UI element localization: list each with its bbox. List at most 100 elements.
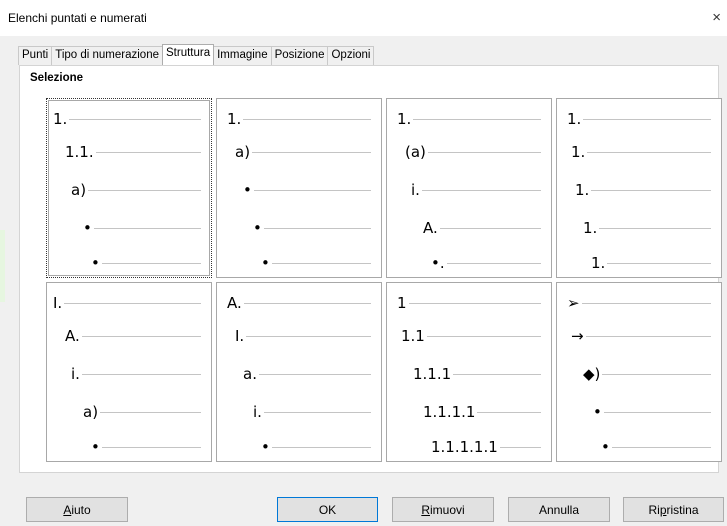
preset-8[interactable]: ➢ → ◆) • • (556, 282, 722, 462)
reset-button[interactable]: Ri p ristina (623, 497, 724, 522)
cancel-button[interactable]: Annulla (508, 497, 610, 522)
numbering-symbol: 1. (227, 110, 242, 128)
tab-opzioni[interactable]: Opzioni (327, 46, 375, 65)
remove-mnemonic: R (421, 502, 430, 517)
tab-punti[interactable]: Punti (18, 46, 53, 65)
preset-4-level-1: 1. (567, 109, 711, 129)
preset-3-level-4: A. (423, 218, 541, 238)
text-placeholder-line (409, 303, 541, 304)
numbering-symbol: 1 (397, 294, 407, 312)
text-placeholder-line (94, 228, 201, 229)
text-placeholder-line (607, 263, 711, 264)
close-icon[interactable]: × (712, 9, 721, 26)
preset-2-level-1: 1. (227, 109, 371, 129)
preset-4[interactable]: 1. 1. 1. 1. 1. (556, 98, 722, 278)
preset-1[interactable]: 1. 1.1. a) • • (46, 98, 212, 278)
reset-mnemonic: p (659, 502, 667, 517)
tab-tipo-di-numerazione[interactable]: Tipo di numerazione (51, 46, 163, 65)
preset-3-level-5: •. (431, 253, 541, 273)
numbering-symbol: 1.1. (65, 143, 94, 161)
background-edge (0, 230, 5, 302)
tab-bar: Punti Tipo di numerazione Struttura Imma… (18, 44, 375, 65)
preset-6-level-4: i. (253, 402, 371, 422)
remove-button[interactable]: Rimuovi (392, 497, 494, 522)
remove-label: imuovi (429, 502, 465, 517)
preset-7-level-5: 1.1.1.1.1 (431, 437, 541, 457)
preset-3-level-2: (a) (405, 142, 541, 162)
preset-2-level-4: • (253, 218, 371, 238)
text-placeholder-line (246, 336, 371, 337)
text-placeholder-line (440, 228, 541, 229)
window-title: Elenchi puntati e numerati (8, 11, 147, 25)
text-placeholder-line (259, 374, 371, 375)
preset-8-level-5: • (601, 437, 711, 457)
preset-2[interactable]: 1. a) • • • (216, 98, 382, 278)
numbering-symbol: i. (253, 403, 262, 421)
preset-5-level-4: a) (83, 402, 201, 422)
numbering-symbol: • (261, 438, 270, 456)
text-placeholder-line (82, 374, 201, 375)
numbering-symbol: 1.1.1.1 (423, 403, 476, 421)
preset-7-level-2: 1.1 (401, 326, 541, 346)
text-placeholder-line (500, 447, 541, 448)
numbering-symbol: • (253, 219, 262, 237)
preset-8-level-2: → (571, 326, 711, 346)
numbering-symbol: i. (411, 181, 420, 199)
text-placeholder-line (602, 374, 711, 375)
tab-panel: Selezione 1. 1.1. a) • • 1. a) • • • 1. (a) i. A. •. 1.… (19, 65, 722, 473)
ok-button[interactable]: OK (277, 497, 378, 522)
preset-1-level-2: 1.1. (65, 142, 201, 162)
text-placeholder-line (254, 190, 371, 191)
tab-struttura[interactable]: Struttura (162, 44, 215, 65)
numbering-symbol: • (593, 403, 602, 421)
numbering-symbol: ➢ (567, 294, 580, 312)
preset-2-level-3: • (243, 180, 371, 200)
tab-immagine[interactable]: Immagine (213, 46, 272, 65)
help-button[interactable]: Aiuto (26, 497, 128, 522)
text-placeholder-line (264, 412, 371, 413)
tab-posizione[interactable]: Posizione (270, 46, 329, 65)
preset-1-level-1: 1. (53, 109, 201, 129)
preset-5-level-5: • (91, 437, 201, 457)
preset-3[interactable]: 1. (a) i. A. •. (386, 98, 552, 278)
preset-5[interactable]: I. A. i. a) • (46, 282, 212, 462)
text-placeholder-line (422, 190, 541, 191)
preset-7[interactable]: 1 1.1 1.1.1 1.1.1.1 1.1.1.1.1 (386, 282, 552, 462)
preset-6[interactable]: A. I. a. i. • (216, 282, 382, 462)
text-placeholder-line (582, 303, 711, 304)
numbering-symbol: → (571, 327, 584, 345)
text-placeholder-line (102, 447, 201, 448)
text-placeholder-line (272, 263, 371, 264)
numbering-symbol: (a) (405, 143, 426, 161)
numbering-symbol: 1. (583, 219, 598, 237)
text-placeholder-line (82, 336, 201, 337)
text-placeholder-line (586, 336, 711, 337)
preset-8-level-4: • (593, 402, 711, 422)
numbering-symbol: • (91, 254, 100, 272)
numbering-symbol: ◆) (583, 365, 601, 383)
preset-4-level-2: 1. (571, 142, 711, 162)
text-placeholder-line (599, 228, 711, 229)
preset-5-level-1: I. (53, 293, 201, 313)
text-placeholder-line (264, 228, 371, 229)
preset-2-level-5: • (261, 253, 371, 273)
preset-1-level-5: • (91, 253, 201, 273)
preset-7-level-3: 1.1.1 (413, 364, 541, 384)
numbering-symbol: 1. (571, 143, 586, 161)
dialog-body: Punti Tipo di numerazione Struttura Imma… (0, 36, 727, 526)
text-placeholder-line (612, 447, 711, 448)
numbering-symbol: • (91, 438, 100, 456)
preset-8-level-1: ➢ (567, 293, 711, 313)
reset-label: ristina (666, 502, 699, 517)
text-placeholder-line (477, 412, 541, 413)
text-placeholder-line (88, 190, 201, 191)
numbering-symbol: I. (53, 294, 63, 312)
preset-6-level-3: a. (243, 364, 371, 384)
preset-6-level-5: • (261, 437, 371, 457)
numbering-symbol: A. (65, 327, 80, 345)
preset-2-level-2: a) (235, 142, 371, 162)
numbering-symbol: • (601, 438, 610, 456)
numbering-symbol: • (243, 181, 252, 199)
text-placeholder-line (453, 374, 541, 375)
numbering-symbol: 1. (567, 110, 582, 128)
